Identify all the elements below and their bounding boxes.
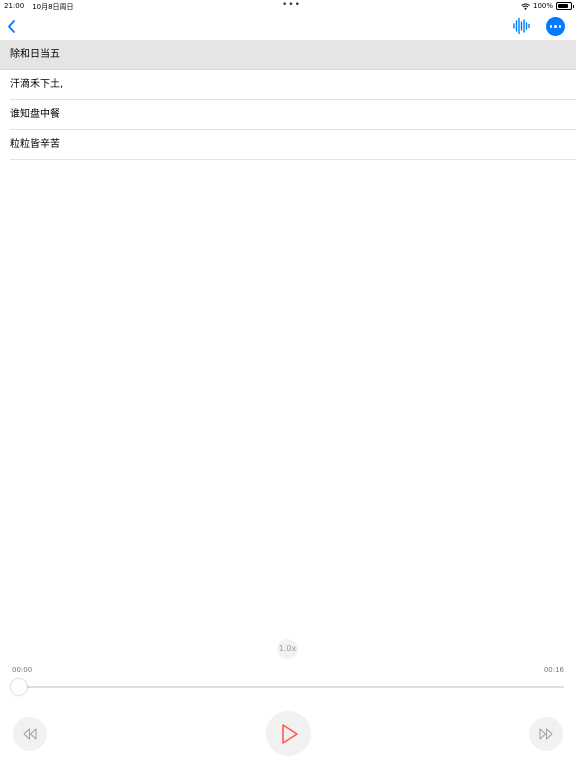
- lyrics-list: 除和日当五 汗滴禾下土, 谁知盘中餐 粒粒皆辛苦: [0, 40, 576, 160]
- lyric-line-3[interactable]: 谁知盘中餐: [0, 100, 576, 130]
- nav-bar: [0, 12, 576, 40]
- lyric-text: 除和日当五: [10, 49, 60, 60]
- progress-track[interactable]: [19, 686, 564, 688]
- waveform-icon: [513, 17, 530, 35]
- play-icon: [281, 723, 298, 744]
- ellipsis-icon: [549, 25, 553, 28]
- lyric-text: 汗滴禾下土,: [10, 79, 64, 90]
- back-button[interactable]: [4, 16, 22, 36]
- wifi-icon: [521, 2, 530, 10]
- status-bar: 21:00 10月8日周日 ••• 100%: [0, 0, 576, 12]
- rewind-icon: [23, 728, 37, 740]
- fast-forward-button[interactable]: [529, 717, 563, 751]
- lyric-text: 粒粒皆辛苦: [10, 139, 60, 150]
- ellipsis-dot: [558, 25, 562, 28]
- chevron-left-icon: [8, 20, 15, 33]
- playback-speed-button[interactable]: 1.0x: [277, 639, 298, 659]
- progress-thumb[interactable]: [11, 679, 27, 695]
- current-time: 00:00: [12, 666, 33, 674]
- battery-percent: 100%: [532, 2, 553, 10]
- status-date: 10月8日周日: [32, 3, 74, 11]
- status-time: 21:00: [4, 2, 25, 10]
- multitasking-dots-icon[interactable]: •••: [282, 0, 301, 10]
- ellipsis-dot: [554, 25, 557, 28]
- lyric-text: 谁知盘中餐: [10, 109, 60, 120]
- lyric-line-4[interactable]: 粒粒皆辛苦: [0, 130, 576, 160]
- play-button[interactable]: [266, 711, 311, 756]
- lyric-line-2[interactable]: 汗滴禾下土,: [0, 70, 576, 100]
- total-time: 00:16: [543, 666, 564, 674]
- more-button[interactable]: [546, 17, 565, 36]
- rewind-button[interactable]: [13, 717, 47, 751]
- battery-icon: [556, 2, 574, 10]
- fast-forward-icon: [539, 728, 553, 740]
- voice-button[interactable]: [512, 16, 532, 36]
- lyric-line-1[interactable]: 除和日当五: [0, 40, 576, 70]
